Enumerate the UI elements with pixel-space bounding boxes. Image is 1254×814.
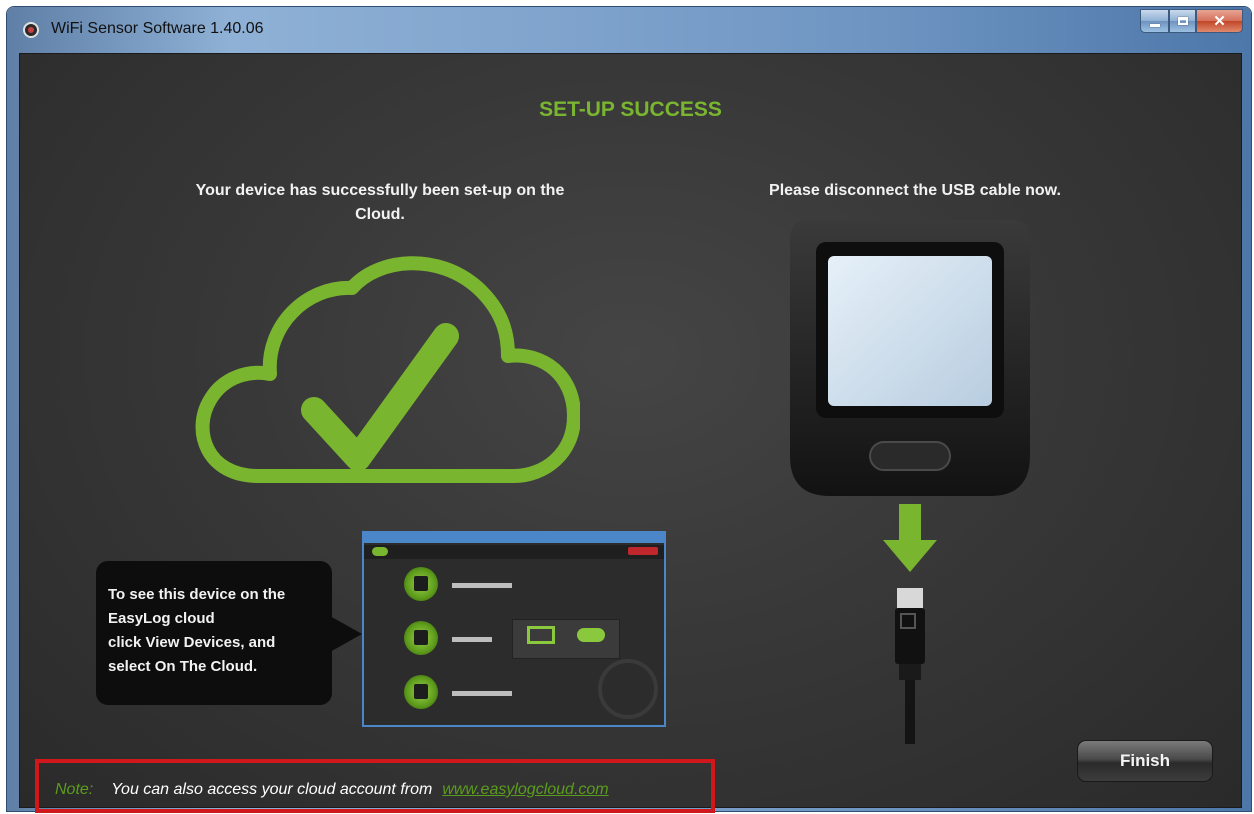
preview-header <box>364 545 664 559</box>
preview-popup <box>512 619 620 659</box>
preview-signout <box>628 547 658 555</box>
preview-monitor-icon <box>527 626 555 644</box>
preview-label <box>452 691 512 696</box>
note-label: Note: <box>55 781 94 798</box>
close-button[interactable]: ✕ <box>1196 9 1243 33</box>
window-title: WiFi Sensor Software 1.40.06 <box>51 20 264 37</box>
app-icon <box>23 22 39 38</box>
preview-cloud-icon <box>372 547 388 556</box>
preview-label <box>452 637 492 642</box>
preview-setup-device-icon <box>404 567 438 601</box>
maximize-icon <box>1177 17 1188 25</box>
minimize-icon <box>1149 23 1160 27</box>
app-window: WiFi Sensor Software 1.40.06 ✕ SET-UP SU… <box>7 7 1251 813</box>
instruction-callout: To see this device on the EasyLog cloud … <box>96 561 362 705</box>
preview-label <box>452 583 512 588</box>
note-text: You can also access your cloud account f… <box>111 781 433 798</box>
preview-view-devices-icon <box>404 621 438 655</box>
preview-titlebar <box>364 533 664 543</box>
close-icon: ✕ <box>1213 13 1226 30</box>
arrow-down-icon <box>883 504 937 572</box>
window-controls: ✕ <box>1140 9 1243 33</box>
note: Note: You can also access your cloud acco… <box>55 781 609 799</box>
title-bar[interactable]: WiFi Sensor Software 1.40.06 ✕ <box>7 7 1251 53</box>
maximize-button[interactable] <box>1169 9 1196 33</box>
preview-view-saved-data-icon <box>404 675 438 709</box>
cloud-check-icon <box>195 256 580 483</box>
success-message: Your device has successfully been set-up… <box>195 182 565 223</box>
callout-text: To see this device on the EasyLog cloud … <box>108 586 286 675</box>
usb-cable-icon <box>883 504 937 744</box>
note-box: Note: You can also access your cloud acco… <box>35 759 715 813</box>
easylogcloud-link[interactable]: www.easylogcloud.com <box>442 781 608 798</box>
page-title: SET-UP SUCCESS <box>539 98 722 121</box>
disconnect-message: Please disconnect the USB cable now. <box>769 182 1061 199</box>
preview-wifi-logo <box>598 659 658 719</box>
app-preview-image <box>362 531 666 727</box>
preview-cloud-icon <box>577 628 605 642</box>
minimize-button[interactable] <box>1140 9 1169 33</box>
finish-button[interactable]: Finish <box>1077 740 1213 782</box>
main-panel: SET-UP SUCCESS Your device has successfu… <box>19 53 1242 813</box>
sensor-device-icon <box>790 220 1030 496</box>
